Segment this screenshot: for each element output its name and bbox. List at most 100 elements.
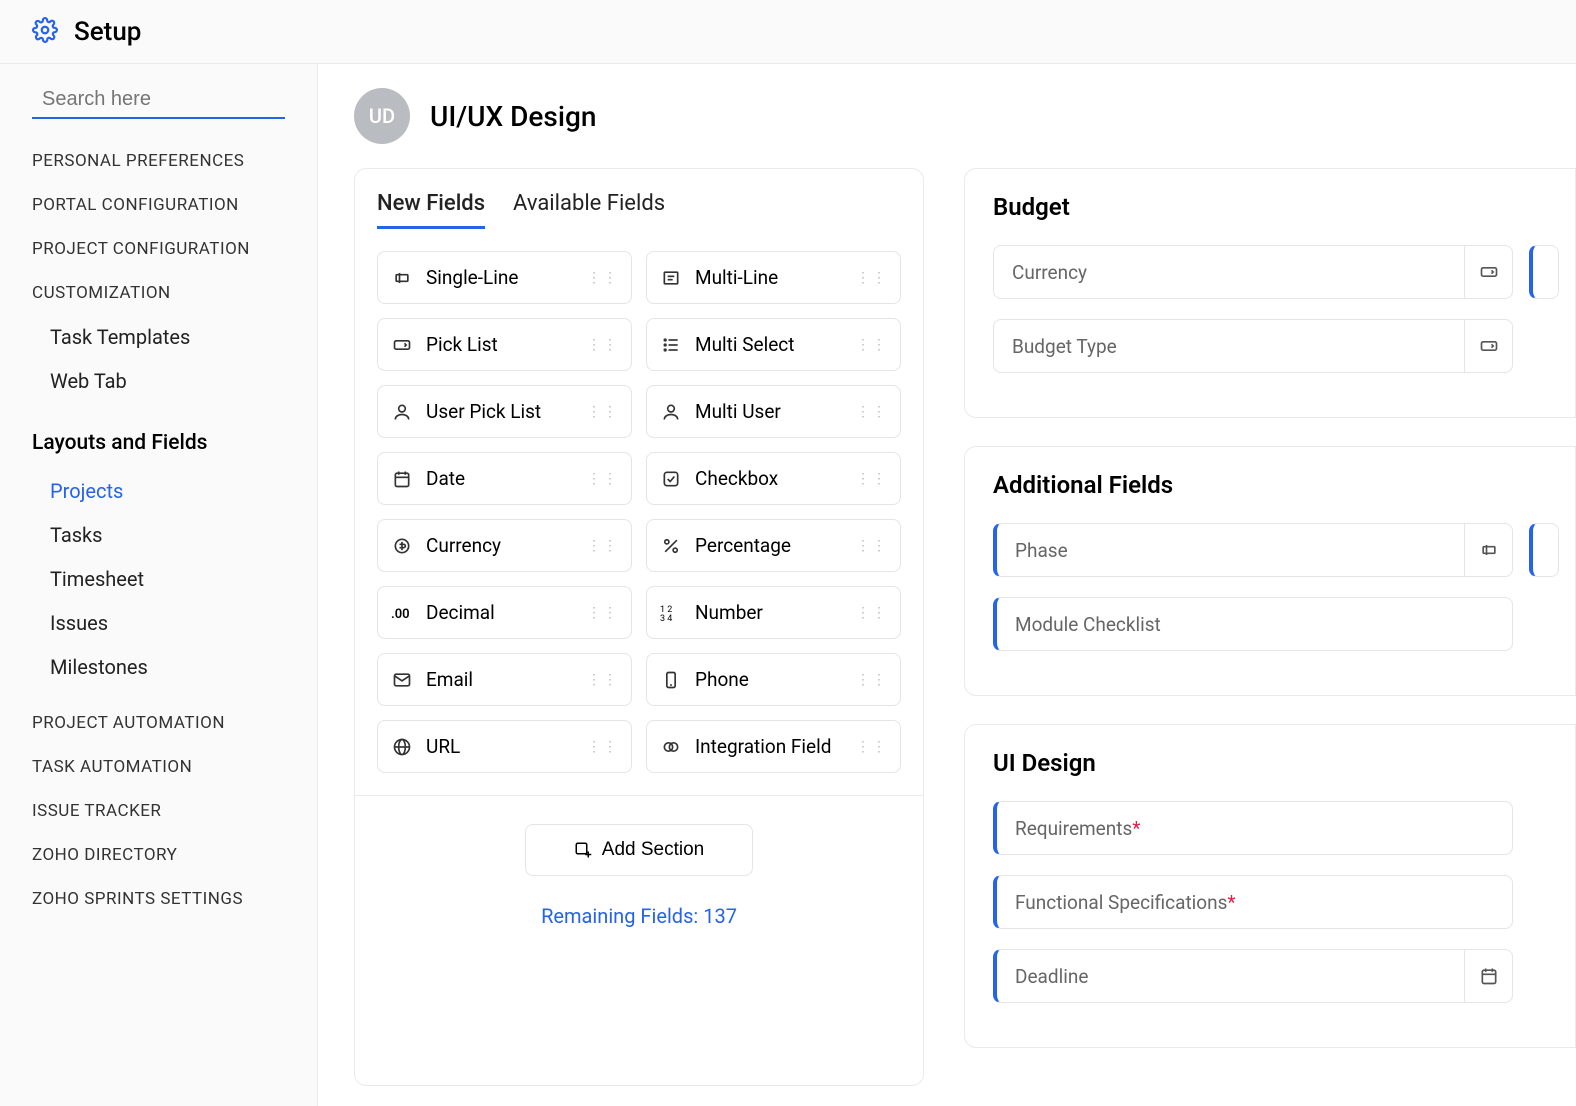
nav-section[interactable]: TASK AUTOMATION — [32, 757, 285, 777]
add-section-button[interactable]: Add Section — [525, 824, 753, 876]
layout-field-stub[interactable] — [1529, 523, 1559, 577]
field-type-multi-user[interactable]: Multi User⋮⋮ — [646, 385, 901, 438]
text-icon — [390, 268, 414, 288]
field-type-url[interactable]: URL⋮⋮ — [377, 720, 632, 773]
fields-panel: New FieldsAvailable Fields Single-Line⋮⋮… — [354, 168, 924, 1086]
search-input[interactable] — [42, 88, 307, 111]
nav-item-projects[interactable]: Projects — [32, 469, 285, 513]
field-type-label: Multi Select — [695, 333, 856, 356]
section-title: Additional Fields — [993, 471, 1575, 499]
date-icon — [1464, 950, 1512, 1002]
nav-section[interactable]: PROJECT CONFIGURATION — [32, 239, 285, 259]
drag-handle-icon[interactable]: ⋮⋮ — [587, 538, 619, 554]
nav-section[interactable]: CUSTOMIZATION — [32, 283, 285, 303]
drag-handle-icon[interactable]: ⋮⋮ — [856, 739, 888, 755]
drag-handle-icon[interactable]: ⋮⋮ — [856, 337, 888, 353]
drag-handle-icon[interactable]: ⋮⋮ — [587, 404, 619, 420]
nav-head-layouts: Layouts and Fields — [32, 431, 285, 455]
picklist-icon — [1464, 246, 1512, 298]
nav-item-timesheet[interactable]: Timesheet — [32, 557, 285, 601]
layout-preview: BudgetCurrencyBudget TypeAdditional Fiel… — [964, 168, 1576, 1086]
field-type-checkbox[interactable]: Checkbox⋮⋮ — [646, 452, 901, 505]
layout-field[interactable]: Functional Specifications* — [993, 875, 1513, 929]
nav-item[interactable]: Task Templates — [32, 315, 285, 359]
layout-section: UI DesignRequirements*Functional Specifi… — [964, 724, 1576, 1048]
drag-handle-icon[interactable]: ⋮⋮ — [856, 672, 888, 688]
field-type-email[interactable]: Email⋮⋮ — [377, 653, 632, 706]
content: UD UI/UX Design New FieldsAvailable Fiel… — [318, 64, 1576, 1106]
nav-section[interactable]: PERSONAL PREFERENCES — [32, 151, 285, 171]
decimal-icon: .00 — [390, 603, 414, 623]
field-type-multi-line[interactable]: Multi-Line⋮⋮ — [646, 251, 901, 304]
drag-handle-icon[interactable]: ⋮⋮ — [587, 605, 619, 621]
field-type-phone[interactable]: Phone⋮⋮ — [646, 653, 901, 706]
user-icon — [390, 402, 414, 422]
drag-handle-icon[interactable]: ⋮⋮ — [856, 270, 888, 286]
svg-text:3 4: 3 4 — [660, 614, 672, 623]
field-type-label: Decimal — [426, 601, 587, 624]
sidebar-search[interactable] — [32, 88, 285, 119]
layout-field[interactable]: Requirements* — [993, 801, 1513, 855]
drag-handle-icon[interactable]: ⋮⋮ — [856, 404, 888, 420]
text-icon — [1464, 524, 1512, 576]
field-type-label: Number — [695, 601, 856, 624]
field-type-label: Multi User — [695, 400, 856, 423]
field-type-number[interactable]: 1 23 4Number⋮⋮ — [646, 586, 901, 639]
tab-new-fields[interactable]: New Fields — [377, 191, 485, 229]
drag-handle-icon[interactable]: ⋮⋮ — [587, 270, 619, 286]
date-icon — [390, 469, 414, 489]
email-icon — [390, 670, 414, 690]
layout-field-label: Budget Type — [994, 335, 1464, 358]
user-icon — [659, 402, 683, 422]
field-type-currency[interactable]: Currency⋮⋮ — [377, 519, 632, 572]
field-type-label: Integration Field — [695, 735, 856, 758]
field-type-label: Email — [426, 668, 587, 691]
nav-item-tasks[interactable]: Tasks — [32, 513, 285, 557]
layout-field[interactable]: Budget Type — [993, 319, 1513, 373]
field-type-integration-field[interactable]: Integration Field⋮⋮ — [646, 720, 901, 773]
drag-handle-icon[interactable]: ⋮⋮ — [856, 605, 888, 621]
layout-section: BudgetCurrencyBudget Type — [964, 168, 1576, 418]
field-type-label: URL — [426, 735, 587, 758]
layout-field[interactable]: Deadline — [993, 949, 1513, 1003]
drag-handle-icon[interactable]: ⋮⋮ — [587, 337, 619, 353]
field-type-label: Phone — [695, 668, 856, 691]
nav-item-issues[interactable]: Issues — [32, 601, 285, 645]
field-type-percentage[interactable]: Percentage⋮⋮ — [646, 519, 901, 572]
drag-handle-icon[interactable]: ⋮⋮ — [587, 471, 619, 487]
field-type-single-line[interactable]: Single-Line⋮⋮ — [377, 251, 632, 304]
nav-section[interactable]: ZOHO SPRINTS SETTINGS — [32, 889, 285, 909]
layout-field[interactable]: Currency — [993, 245, 1513, 299]
field-type-decimal[interactable]: .00 Decimal⋮⋮ — [377, 586, 632, 639]
multiselect-icon — [659, 335, 683, 355]
drag-handle-icon[interactable]: ⋮⋮ — [856, 471, 888, 487]
field-type-user-pick-list[interactable]: User Pick List⋮⋮ — [377, 385, 632, 438]
layout-section: Additional Fields Phase Module Checklist — [964, 446, 1576, 696]
nav-item[interactable]: Web Tab — [32, 359, 285, 403]
field-type-date[interactable]: Date⋮⋮ — [377, 452, 632, 505]
picklist-icon — [1464, 320, 1512, 372]
field-type-label: Multi-Line — [695, 266, 856, 289]
drag-handle-icon[interactable]: ⋮⋮ — [587, 739, 619, 755]
remaining-fields: Remaining Fields: 137 — [383, 904, 895, 928]
nav-section[interactable]: PORTAL CONFIGURATION — [32, 195, 285, 215]
nav-section[interactable]: ZOHO DIRECTORY — [32, 845, 285, 865]
layout-field-stub[interactable] — [1529, 245, 1559, 299]
nav-item-milestones[interactable]: Milestones — [32, 645, 285, 689]
layout-field[interactable]: Module Checklist — [993, 597, 1513, 651]
field-type-multi-select[interactable]: Multi Select⋮⋮ — [646, 318, 901, 371]
gear-icon — [32, 17, 58, 47]
tab-available-fields[interactable]: Available Fields — [513, 191, 665, 229]
drag-handle-icon[interactable]: ⋮⋮ — [856, 538, 888, 554]
nav-section[interactable]: ISSUE TRACKER — [32, 801, 285, 821]
layout-field[interactable]: Phase — [993, 523, 1513, 577]
add-section-icon — [574, 841, 592, 859]
field-type-label: Checkbox — [695, 467, 856, 490]
field-type-label: Percentage — [695, 534, 856, 557]
field-type-pick-list[interactable]: Pick List⋮⋮ — [377, 318, 632, 371]
sidebar: PERSONAL PREFERENCES PORTAL CONFIGURATION… — [0, 64, 318, 1106]
nav-section[interactable]: PROJECT AUTOMATION — [32, 713, 285, 733]
field-type-label: Single-Line — [426, 266, 587, 289]
multiline-icon — [659, 268, 683, 288]
drag-handle-icon[interactable]: ⋮⋮ — [587, 672, 619, 688]
